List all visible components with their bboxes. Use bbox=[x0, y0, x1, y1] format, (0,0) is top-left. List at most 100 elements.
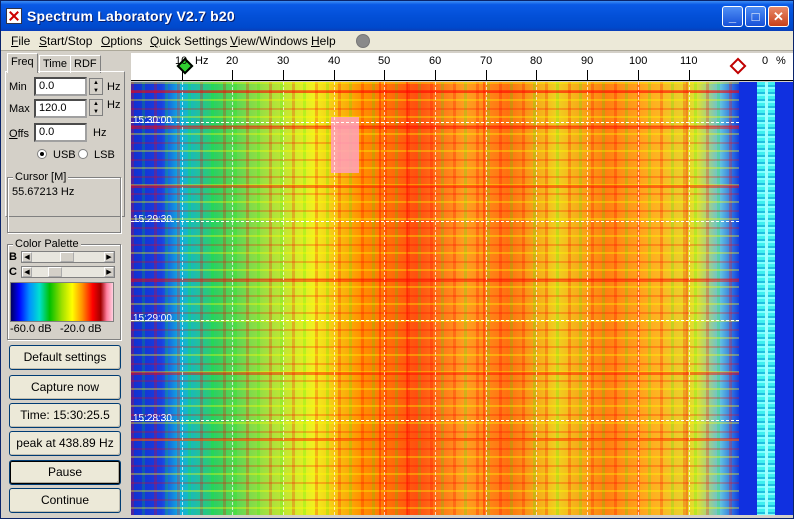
tick-label-40: 40 bbox=[328, 55, 341, 67]
vertical-gridline bbox=[283, 82, 284, 515]
max-unit-label: Hz bbox=[107, 99, 121, 111]
tick-label-60: 60 bbox=[429, 55, 442, 67]
offs-label: Offs bbox=[9, 128, 29, 140]
menu-help[interactable]: Help bbox=[311, 34, 336, 48]
scale-tick bbox=[486, 70, 487, 80]
scale-tick bbox=[334, 70, 335, 80]
scale-tick bbox=[689, 70, 690, 80]
peak-display-button[interactable]: peak at 438.89 Hz bbox=[9, 431, 121, 456]
scale-right-zero: 0 bbox=[762, 55, 769, 67]
menu-bar: File Start/Stop Options Quick Settings V… bbox=[1, 31, 793, 51]
contrast-slider[interactable]: ◀ ▶ bbox=[21, 266, 115, 278]
min-freq-input[interactable]: 0.0 bbox=[34, 77, 87, 96]
menu-start-stop[interactable]: Start/Stop bbox=[39, 34, 92, 48]
time-label-2: 15:29:30 bbox=[133, 214, 172, 225]
menu-options[interactable]: Options bbox=[101, 34, 142, 48]
cursor-group: Cursor [M] 55.67213 Hz bbox=[7, 171, 121, 233]
vertical-gridline bbox=[435, 82, 436, 515]
scale-right-percent: % bbox=[776, 55, 786, 67]
tab-freq[interactable]: Freq bbox=[7, 53, 38, 73]
tick-label-10: 10 bbox=[175, 55, 188, 67]
min-unit-label: Hz bbox=[107, 81, 121, 93]
vertical-gridline bbox=[638, 82, 639, 515]
status-led-icon bbox=[356, 34, 370, 48]
palette-group-title: Color Palette bbox=[13, 238, 81, 250]
contrast-thumb[interactable] bbox=[48, 267, 62, 277]
brightness-label: B bbox=[9, 251, 17, 263]
app-icon[interactable] bbox=[6, 8, 22, 24]
scale-tick bbox=[182, 70, 183, 80]
time-label-1: 15:30:00 bbox=[133, 115, 172, 126]
vertical-gridline bbox=[232, 82, 233, 515]
tick-label-70: 70 bbox=[480, 55, 493, 67]
scale-tick bbox=[536, 70, 537, 80]
tick-label-50: 50 bbox=[378, 55, 391, 67]
time-gridline bbox=[131, 221, 739, 222]
maximize-button[interactable]: □ bbox=[745, 6, 766, 27]
signal-line bbox=[483, 82, 485, 515]
contrast-left-arrow-icon[interactable]: ◀ bbox=[22, 267, 32, 277]
frequency-scale[interactable]: Hz 10 20 30 40 50 60 70 80 90 100 110 0 … bbox=[131, 53, 793, 81]
brightness-thumb[interactable] bbox=[60, 252, 74, 262]
scale-tick bbox=[384, 70, 385, 80]
time-gridline bbox=[131, 122, 739, 123]
scale-tick bbox=[587, 70, 588, 80]
tick-label-80: 80 bbox=[530, 55, 543, 67]
time-display-button[interactable]: Time: 15:30:25.5 bbox=[9, 403, 121, 428]
max-freq-input[interactable]: 120.0 bbox=[34, 99, 87, 118]
continue-button[interactable]: Continue bbox=[9, 488, 121, 513]
time-label-4: 15:28:30 bbox=[133, 413, 172, 424]
app-window: Spectrum Laboratory V2.7 b20 _ □ ✕ File … bbox=[0, 0, 794, 519]
palette-min-db: -60.0 dB bbox=[10, 323, 52, 335]
tick-label-110: 110 bbox=[680, 55, 698, 67]
spectrum-trace-panel[interactable] bbox=[739, 82, 793, 515]
signal-line bbox=[379, 82, 381, 515]
brightness-left-arrow-icon[interactable]: ◀ bbox=[22, 252, 32, 262]
scale-tick bbox=[283, 70, 284, 80]
usb-radio[interactable] bbox=[37, 149, 47, 159]
signal-line bbox=[406, 82, 408, 515]
offs-unit-label: Hz bbox=[93, 127, 107, 139]
lsb-label: LSB bbox=[94, 149, 115, 161]
default-settings-button[interactable]: Default settings bbox=[9, 345, 121, 370]
pause-button[interactable]: Pause bbox=[9, 460, 121, 485]
scale-tick bbox=[435, 70, 436, 80]
contrast-label: C bbox=[9, 266, 17, 278]
vertical-gridline bbox=[689, 82, 690, 515]
tick-label-20: 20 bbox=[226, 55, 239, 67]
cursor-group-title: Cursor [M] bbox=[13, 171, 69, 183]
menu-file[interactable]: File bbox=[11, 34, 30, 48]
hot-spot bbox=[331, 117, 359, 173]
min-freq-spinner[interactable]: ▲ ▼ bbox=[89, 78, 103, 95]
vertical-gridline bbox=[587, 82, 588, 515]
capture-now-button[interactable]: Capture now bbox=[9, 375, 121, 400]
window-title: Spectrum Laboratory V2.7 b20 bbox=[27, 8, 235, 24]
time-label-3: 15:29:00 bbox=[133, 313, 172, 324]
tick-label-100: 100 bbox=[629, 55, 648, 67]
menu-view-windows[interactable]: View/Windows bbox=[230, 34, 308, 48]
brightness-slider[interactable]: ◀ ▶ bbox=[21, 251, 115, 263]
tick-label-30: 30 bbox=[277, 55, 290, 67]
vertical-gridline bbox=[536, 82, 537, 515]
vertical-gridline bbox=[384, 82, 385, 515]
close-button[interactable]: ✕ bbox=[768, 6, 789, 27]
time-gridline bbox=[131, 420, 739, 421]
spectrum-peak-line bbox=[765, 82, 768, 515]
tick-label-90: 90 bbox=[581, 55, 594, 67]
scale-tick bbox=[638, 70, 639, 80]
color-palette-bar[interactable] bbox=[10, 282, 114, 322]
menu-quick-settings[interactable]: Quick Settings bbox=[150, 34, 227, 48]
lsb-radio[interactable] bbox=[78, 149, 88, 159]
offset-input[interactable]: 0.0 bbox=[34, 123, 87, 142]
scale-unit-label: Hz bbox=[195, 55, 209, 67]
time-gridline bbox=[131, 320, 739, 321]
contrast-right-arrow-icon[interactable]: ▶ bbox=[104, 267, 114, 277]
title-bar[interactable]: Spectrum Laboratory V2.7 b20 _ □ ✕ bbox=[1, 1, 793, 31]
max-freq-spinner[interactable]: ▲ ▼ bbox=[89, 99, 103, 116]
vertical-gridline bbox=[334, 82, 335, 515]
brightness-right-arrow-icon[interactable]: ▶ bbox=[104, 252, 114, 262]
waterfall-spectrogram[interactable]: 15:30:00 15:29:30 15:29:00 15:28:30 bbox=[131, 82, 739, 515]
red-marker-icon[interactable] bbox=[729, 57, 747, 75]
max-label: Max bbox=[9, 103, 30, 115]
minimize-button[interactable]: _ bbox=[722, 6, 743, 27]
